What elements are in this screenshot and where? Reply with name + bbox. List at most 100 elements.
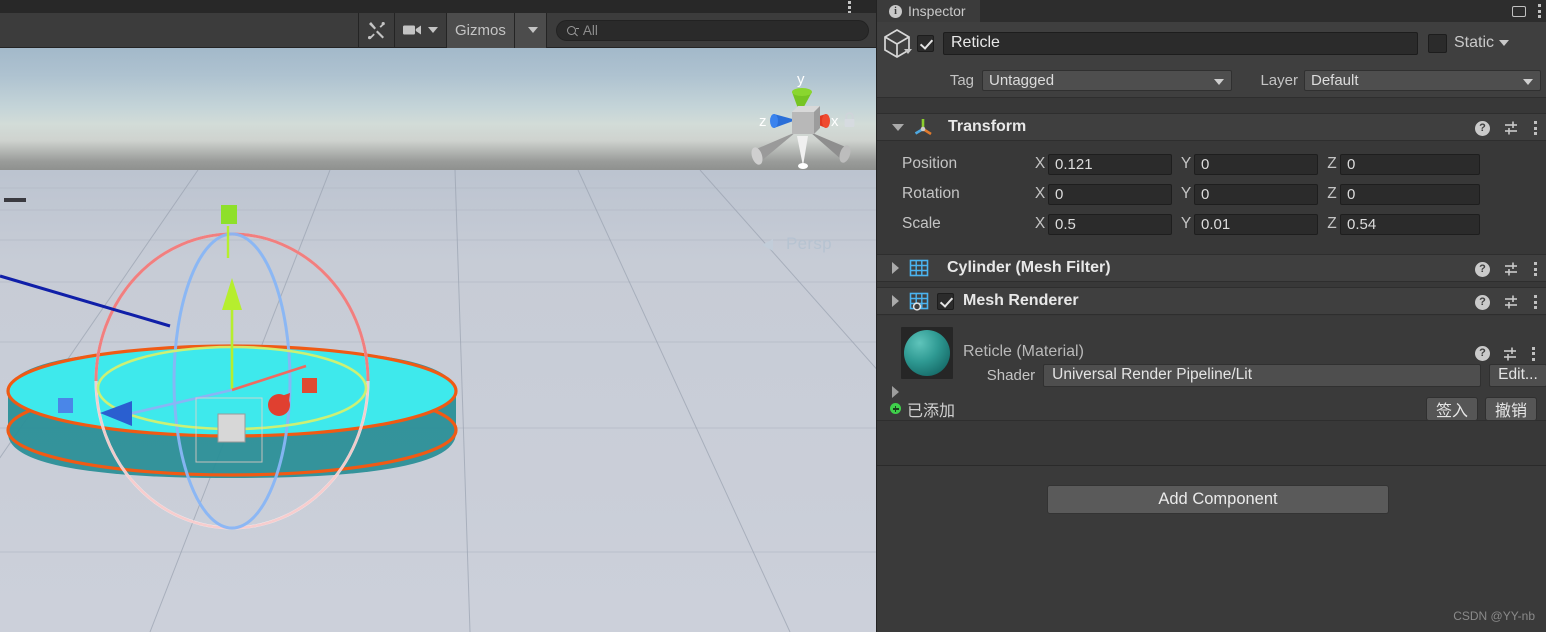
help-icon[interactable]: ? bbox=[1475, 346, 1490, 361]
scene-view-panel: Gizmos All y x z Persp bbox=[0, 0, 876, 632]
tab-inspector[interactable]: i Inspector bbox=[877, 0, 980, 22]
position-y-input[interactable]: 0 bbox=[1194, 153, 1318, 175]
rotation-z-input[interactable]: 0 bbox=[1340, 183, 1480, 205]
rotation-z-axis-label: Z bbox=[1327, 185, 1337, 202]
perspective-arrow-icon bbox=[762, 239, 773, 251]
gizmos-dropdown-button[interactable] bbox=[514, 12, 546, 48]
center-scale-handle bbox=[217, 413, 246, 443]
position-z-input[interactable]: 0 bbox=[1340, 153, 1480, 175]
preset-settings-icon[interactable] bbox=[1504, 121, 1519, 135]
scale-z-input[interactable]: 0.54 bbox=[1340, 213, 1480, 235]
search-icon bbox=[566, 25, 580, 35]
gameobject-icon-wrap bbox=[877, 27, 917, 59]
transform-foldout-icon[interactable] bbox=[892, 123, 904, 131]
preset-settings-icon[interactable] bbox=[1503, 347, 1518, 361]
gizmos-label: Gizmos bbox=[455, 21, 506, 39]
help-icon[interactable]: ? bbox=[1475, 120, 1490, 136]
material-block: Reticle (Material) ? Shader Universal Re… bbox=[877, 316, 1546, 421]
scale-y-input[interactable]: 0.01 bbox=[1194, 213, 1318, 235]
perspective-label[interactable]: Persp bbox=[786, 234, 832, 254]
scene-search-input[interactable]: All bbox=[555, 19, 869, 41]
scene-orientation-gizmo: y x z bbox=[751, 71, 851, 169]
window-icon[interactable] bbox=[1512, 5, 1526, 17]
inspector-menu-icon[interactable] bbox=[1537, 4, 1541, 18]
camera-dropdown-caret[interactable] bbox=[428, 27, 438, 33]
gameobject-enabled-checkbox[interactable] bbox=[917, 34, 934, 52]
component-header-mesh-renderer[interactable]: Mesh Renderer ? bbox=[877, 287, 1546, 315]
gizmos-chevron-down-icon bbox=[527, 27, 538, 33]
tag-dropdown[interactable]: Untagged bbox=[982, 70, 1232, 91]
preset-settings-icon[interactable] bbox=[1504, 295, 1519, 309]
gameobject-header: Reticle Static bbox=[877, 22, 1546, 64]
scene-search-placeholder: All bbox=[582, 22, 598, 38]
scale-handle-z bbox=[58, 398, 73, 413]
version-control-row: 已添加 签入 撤销 bbox=[877, 396, 1546, 421]
material-header-tools: ? bbox=[1475, 346, 1535, 361]
static-checkbox[interactable] bbox=[1428, 33, 1447, 53]
rotation-y-input[interactable]: 0 bbox=[1194, 183, 1318, 205]
layer-chevron-down-icon bbox=[1523, 79, 1533, 85]
mesh-filter-header-tools: ? bbox=[1475, 255, 1537, 283]
mesh-renderer-enabled-checkbox[interactable] bbox=[937, 292, 954, 310]
lock-icon[interactable] bbox=[843, 112, 856, 128]
gizmo-label-z: z bbox=[759, 113, 767, 130]
layer-value: Default bbox=[1311, 72, 1359, 89]
revert-button[interactable]: 撤销 bbox=[1484, 396, 1537, 421]
rotation-x-input[interactable]: 0 bbox=[1048, 183, 1172, 205]
toolbar-divider-5 bbox=[545, 12, 547, 48]
tools-wrench-icon bbox=[368, 21, 385, 39]
scale-z-axis-label: Z bbox=[1327, 215, 1337, 232]
component-header-transform[interactable]: Transform ? bbox=[877, 113, 1546, 141]
gizmo-label-x: x bbox=[831, 113, 839, 130]
help-icon[interactable]: ? bbox=[1475, 294, 1490, 310]
rotation-x-axis-label: X bbox=[1034, 185, 1046, 202]
layer-dropdown[interactable]: Default bbox=[1304, 70, 1541, 91]
scene-viewport[interactable]: y x z Persp bbox=[0, 48, 876, 632]
tag-value: Untagged bbox=[989, 72, 1055, 89]
mesh-filter-title: Cylinder (Mesh Filter) bbox=[947, 259, 1111, 276]
scale-x-input[interactable]: 0.5 bbox=[1048, 213, 1172, 235]
shader-edit-button[interactable]: Edit... bbox=[1489, 363, 1546, 387]
gizmo-cone-negy bbox=[797, 136, 808, 166]
scale-handle-x bbox=[302, 378, 317, 393]
mesh-renderer-foldout-icon[interactable] bbox=[892, 295, 899, 307]
added-plus-icon bbox=[890, 403, 901, 414]
mesh-filter-menu-icon[interactable] bbox=[1533, 262, 1537, 276]
scene-tools-button[interactable] bbox=[359, 13, 394, 48]
mesh-filter-grid-icon bbox=[909, 259, 929, 277]
gizmos-toggle-button[interactable]: Gizmos bbox=[447, 12, 514, 48]
cube-icon bbox=[884, 29, 910, 58]
tag-chevron-down-icon bbox=[1214, 79, 1224, 85]
add-component-button[interactable]: Add Component bbox=[1047, 485, 1389, 514]
gizmo-label-y: y bbox=[797, 71, 805, 88]
position-x-input[interactable]: 0.121 bbox=[1048, 153, 1172, 175]
tag-label: Tag bbox=[949, 72, 974, 89]
gameobject-name-input[interactable]: Reticle bbox=[943, 31, 1418, 55]
inspector-tab-label: Inspector bbox=[908, 3, 966, 19]
mesh-renderer-menu-icon[interactable] bbox=[1533, 295, 1537, 309]
position-z-axis-label: Z bbox=[1327, 155, 1337, 172]
help-icon[interactable]: ? bbox=[1475, 261, 1490, 277]
watermark-text: CSDN @YY-nb bbox=[1453, 609, 1535, 623]
preset-settings-icon[interactable] bbox=[1504, 262, 1519, 276]
layer-label: Layer bbox=[1260, 72, 1298, 89]
transform-row-rotation: Rotation X 0 Y 0 Z 0 bbox=[877, 179, 1546, 209]
rotation-label: Rotation bbox=[902, 185, 960, 202]
mesh-filter-foldout-icon[interactable] bbox=[892, 262, 899, 274]
scale-x-axis-label: X bbox=[1034, 215, 1046, 232]
material-menu-icon[interactable] bbox=[1531, 346, 1535, 361]
position-y-axis-label: Y bbox=[1180, 155, 1192, 172]
version-control-status: 已添加 bbox=[907, 402, 956, 420]
scene-toolbar: Gizmos All bbox=[0, 12, 876, 48]
transform-menu-icon[interactable] bbox=[1533, 121, 1537, 135]
checkin-button[interactable]: 签入 bbox=[1425, 396, 1478, 421]
scene-camera-button[interactable] bbox=[395, 13, 446, 48]
static-chevron-down-icon[interactable] bbox=[1499, 40, 1510, 46]
component-header-mesh-filter[interactable]: Cylinder (Mesh Filter) ? bbox=[877, 254, 1546, 282]
transform-axis-icon bbox=[914, 119, 932, 136]
scale-label: Scale bbox=[902, 215, 941, 232]
mesh-renderer-title: Mesh Renderer bbox=[963, 292, 1079, 309]
rotation-y-axis-label: Y bbox=[1180, 185, 1192, 202]
shader-dropdown[interactable]: Universal Render Pipeline/Lit bbox=[1043, 363, 1481, 387]
gameobject-icon-caret[interactable] bbox=[904, 49, 912, 54]
